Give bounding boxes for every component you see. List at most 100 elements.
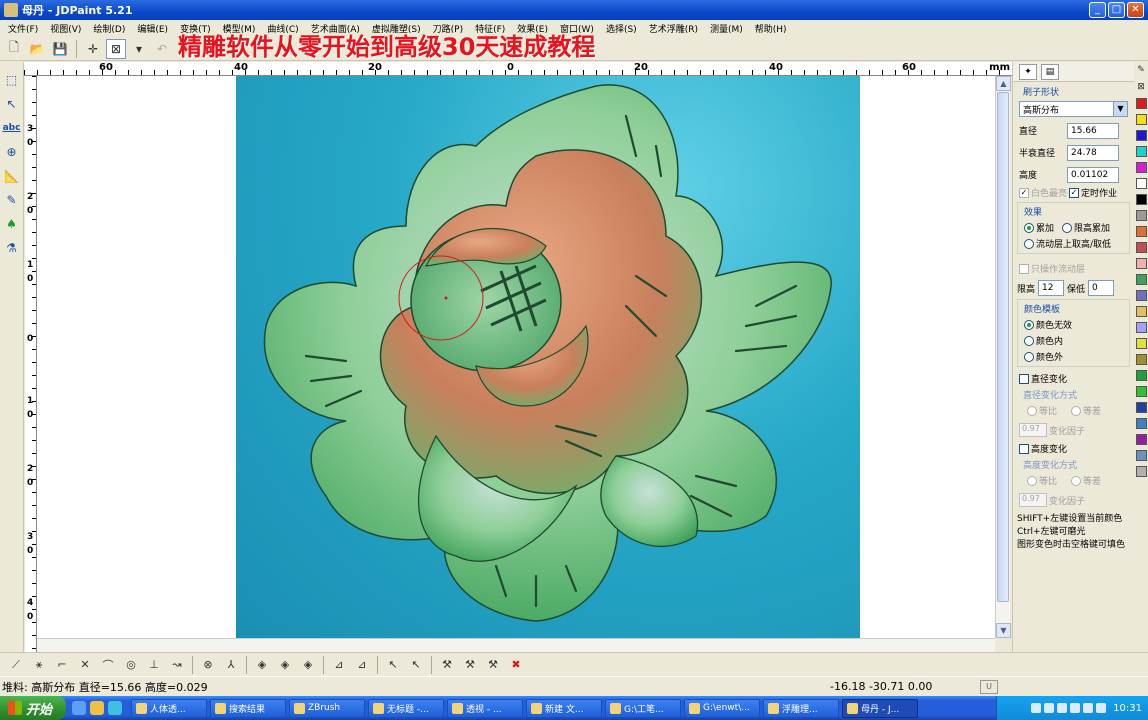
- line-tool-icon[interactable]: ⟋: [6, 655, 26, 675]
- color-swatch[interactable]: [1135, 322, 1147, 333]
- height-difference-radio[interactable]: [1071, 475, 1082, 486]
- scroll-thumb[interactable]: [997, 92, 1009, 602]
- media-icon[interactable]: [108, 701, 122, 715]
- menu-item[interactable]: 编辑(E): [131, 22, 174, 35]
- menu-item[interactable]: 测量(M): [704, 22, 749, 35]
- taskbar-task[interactable]: ZBrush: [289, 698, 365, 718]
- color-swatch[interactable]: [1135, 370, 1147, 381]
- color-swatch[interactable]: [1135, 146, 1147, 157]
- color-inside-radio[interactable]: [1024, 335, 1034, 346]
- diameter-ratio-radio[interactable]: [1027, 405, 1037, 416]
- tray-icon[interactable]: [1044, 703, 1055, 713]
- color-swatch[interactable]: [1135, 98, 1147, 109]
- relief-model[interactable]: [236, 76, 860, 638]
- horizontal-scrollbar[interactable]: [37, 638, 995, 652]
- transform-icon[interactable]: ⊕: [2, 142, 22, 162]
- color-swatch[interactable]: [1135, 466, 1147, 477]
- color-swatch[interactable]: [1135, 290, 1147, 301]
- diameter-factor-field[interactable]: 0.97: [1019, 423, 1047, 437]
- taskbar-task[interactable]: 新建 文...: [526, 698, 602, 718]
- pencil-icon[interactable]: ✎: [1135, 64, 1147, 76]
- save-icon[interactable]: 💾: [50, 39, 70, 59]
- color-swatch[interactable]: [1135, 386, 1147, 397]
- menu-item[interactable]: 文件(F): [2, 22, 44, 35]
- color-swatch[interactable]: [1135, 258, 1147, 269]
- taskbar-task[interactable]: G:\工笔...: [605, 698, 681, 718]
- diameter-difference-radio[interactable]: [1071, 405, 1082, 416]
- no-color-icon[interactable]: ⊠: [1135, 81, 1147, 93]
- diamond-link-icon[interactable]: ◈: [252, 655, 272, 675]
- arc-icon[interactable]: ⌒: [98, 655, 118, 675]
- tray-icon[interactable]: [1057, 703, 1068, 713]
- effect-add-radio[interactable]: [1024, 222, 1034, 233]
- taskbar-task[interactable]: 母丹 - J...: [842, 698, 918, 718]
- curve-icon[interactable]: ↝: [167, 655, 187, 675]
- brush-tab-icon[interactable]: ✦: [1019, 63, 1037, 80]
- select-rect-icon[interactable]: ⬚: [2, 70, 22, 90]
- maximize-button[interactable]: □: [1108, 2, 1125, 18]
- menu-item[interactable]: 绘制(D): [87, 22, 131, 35]
- fillet-icon[interactable]: ⌐: [52, 655, 72, 675]
- measure-icon[interactable]: 📐: [2, 166, 22, 186]
- volume-icon[interactable]: [1096, 703, 1107, 713]
- color-swatch[interactable]: [1135, 354, 1147, 365]
- perpendicular-icon[interactable]: ⊥: [144, 655, 164, 675]
- menu-item[interactable]: 帮助(H): [749, 22, 793, 35]
- color-swatch[interactable]: [1135, 194, 1147, 205]
- drawing-canvas[interactable]: [37, 76, 995, 638]
- color-swatch[interactable]: [1135, 114, 1147, 125]
- color-swatch[interactable]: [1135, 434, 1147, 445]
- new-file-icon[interactable]: 🗋: [4, 39, 24, 59]
- taskbar-task[interactable]: 人体透...: [131, 698, 207, 718]
- taskbar-task[interactable]: 浮雕理...: [763, 698, 839, 718]
- fill-icon[interactable]: ♠: [2, 214, 22, 234]
- diameter-field[interactable]: 15.66: [1067, 122, 1119, 139]
- diamond-link3-icon[interactable]: ◈: [298, 655, 318, 675]
- chevron-down-icon[interactable]: ▼: [1113, 102, 1127, 116]
- menu-item[interactable]: 选择(S): [600, 22, 643, 35]
- effect-flow-radio[interactable]: [1024, 238, 1034, 249]
- color-outside-radio[interactable]: [1024, 351, 1034, 362]
- crosshair-icon[interactable]: ✛: [83, 39, 103, 59]
- undo-icon[interactable]: ↶: [152, 39, 172, 59]
- tray-icon[interactable]: [1070, 703, 1081, 713]
- height-ratio-radio[interactable]: [1027, 475, 1037, 486]
- vertical-scrollbar[interactable]: ▲ ▼: [995, 76, 1011, 638]
- color-swatch[interactable]: [1135, 274, 1147, 285]
- tray-icon[interactable]: [1031, 703, 1042, 713]
- brush-icon[interactable]: ✎: [2, 190, 22, 210]
- brush-shape-select[interactable]: 高斯分布 ▼: [1019, 101, 1128, 117]
- minimize-button[interactable]: _: [1089, 2, 1106, 18]
- tool-b-icon[interactable]: ⚒: [460, 655, 480, 675]
- color-swatch[interactable]: [1135, 242, 1147, 253]
- only-flow-checkbox[interactable]: [1019, 263, 1029, 274]
- open-file-icon[interactable]: 📂: [27, 39, 47, 59]
- scroll-down-icon[interactable]: ▼: [996, 623, 1011, 638]
- dropdown-arrow-icon[interactable]: ▾: [129, 39, 149, 59]
- page-tab-icon[interactable]: ▤: [1041, 63, 1059, 80]
- half-decay-field[interactable]: 24.78: [1067, 144, 1119, 161]
- close-button[interactable]: ✕: [1127, 2, 1144, 18]
- white-bright-checkbox[interactable]: ✓: [1019, 187, 1029, 198]
- trim-icon[interactable]: ⚹: [29, 655, 49, 675]
- folder-icon[interactable]: [90, 701, 104, 715]
- timed-work-checkbox[interactable]: ✓: [1069, 187, 1080, 198]
- color-swatch[interactable]: [1135, 210, 1147, 221]
- layer-icon[interactable]: ⊿: [329, 655, 349, 675]
- height-field[interactable]: 0.01102: [1067, 166, 1119, 183]
- scroll-up-icon[interactable]: ▲: [996, 76, 1011, 91]
- effect-limit-add-radio[interactable]: [1062, 222, 1073, 233]
- ie-icon[interactable]: [72, 701, 86, 715]
- taskbar-task[interactable]: 透视 - ...: [447, 698, 523, 718]
- start-button[interactable]: 开始: [0, 696, 66, 720]
- taskbar-task[interactable]: 搜索结果: [210, 698, 286, 718]
- select-box-icon[interactable]: ⊠: [106, 38, 126, 59]
- tool-c-icon[interactable]: ⚒: [483, 655, 503, 675]
- limit-low-field[interactable]: 0: [1088, 280, 1115, 296]
- pointer-red-icon[interactable]: ↖: [406, 655, 426, 675]
- color-swatch[interactable]: [1135, 338, 1147, 349]
- color-swatch[interactable]: [1135, 450, 1147, 461]
- color-swatch[interactable]: [1135, 162, 1147, 173]
- cross-icon[interactable]: ✕: [75, 655, 95, 675]
- color-swatch[interactable]: [1135, 418, 1147, 429]
